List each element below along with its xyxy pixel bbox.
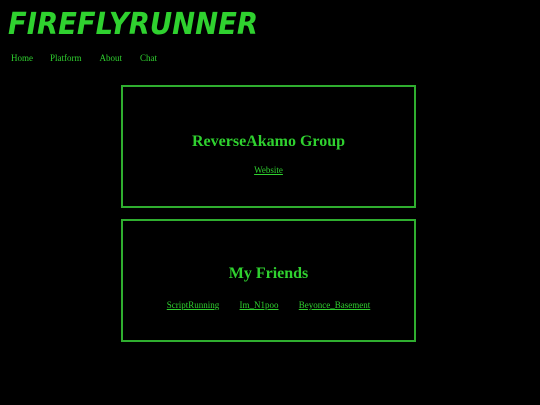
nav-about-link[interactable]: About — [100, 53, 123, 63]
friend-link-scriptrunning[interactable]: ScriptRunning — [167, 300, 220, 310]
friends-links: ScriptRunning Im_N1poo Beyonce_Basement — [123, 300, 414, 310]
group-card-title: ReverseAkamo Group — [191, 133, 346, 150]
friend-link-beyonce-basement[interactable]: Beyonce_Basement — [299, 300, 370, 310]
friends-card-title: My Friends — [228, 265, 309, 282]
main-nav: Home Platform About Chat — [11, 53, 157, 63]
logo-graffiti-wordmark: FIREFLYRUNNER — [8, 7, 258, 42]
nav-home-link[interactable]: Home — [11, 53, 33, 63]
group-card: ReverseAkamo Group Website — [121, 85, 416, 208]
group-card-links: Website — [123, 165, 414, 175]
site-logo[interactable]: FIREFLYRUNNER — [8, 4, 260, 44]
friends-card: My Friends ScriptRunning Im_N1poo Beyonc… — [121, 219, 416, 342]
svg-text:FIREFLYRUNNER: FIREFLYRUNNER — [8, 7, 258, 42]
nav-platform-link[interactable]: Platform — [50, 53, 82, 63]
friend-link-im-n1poo[interactable]: Im_N1poo — [240, 300, 279, 310]
website-link[interactable]: Website — [254, 165, 283, 175]
nav-chat-link[interactable]: Chat — [140, 53, 157, 63]
